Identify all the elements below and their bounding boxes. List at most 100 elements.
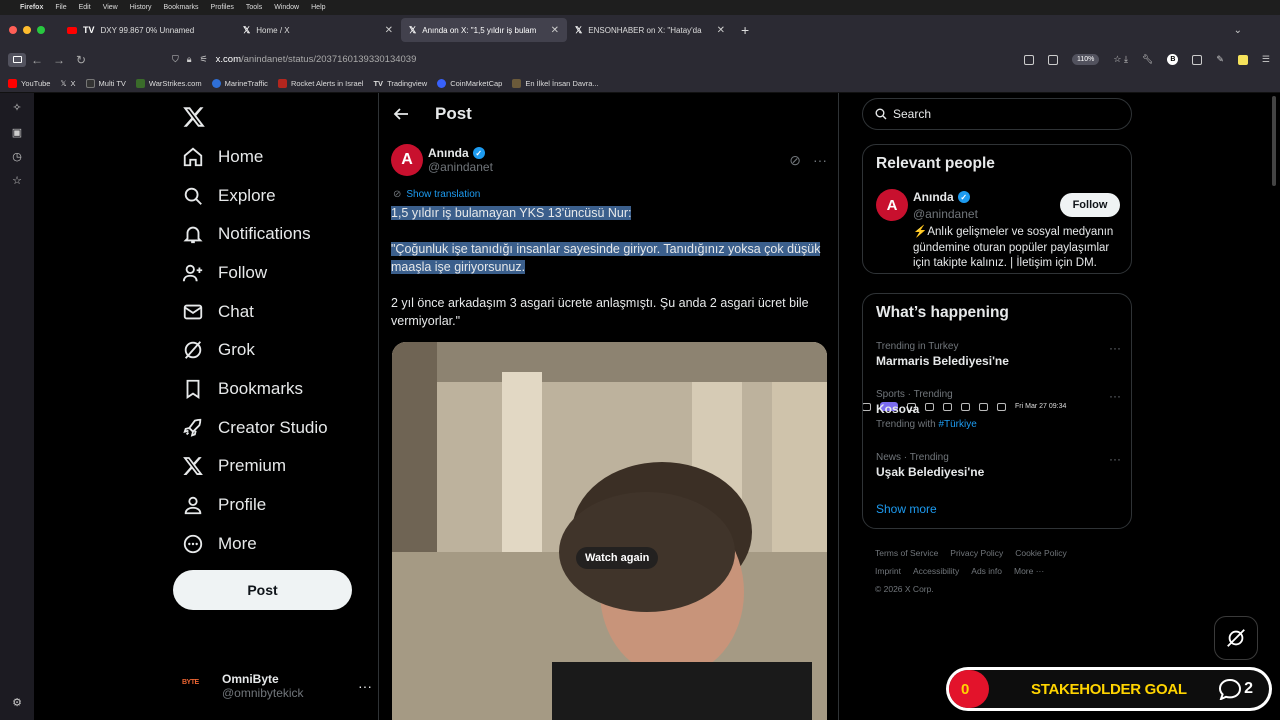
minimize-window-button[interactable] <box>23 26 31 34</box>
nav-chat[interactable]: Chat <box>182 297 254 327</box>
history-icon[interactable]: ◷ <box>11 151 23 163</box>
trend-item[interactable]: Sports · Trending Kosova Trending with #… <box>876 389 1121 430</box>
trend-item[interactable]: News · Trending Uşak Belediyesi'ne ··· <box>876 452 1121 479</box>
nav-notifications[interactable]: Notifications <box>182 219 311 249</box>
menu-window[interactable]: Window <box>274 4 299 11</box>
more-dots-icon[interactable]: ··· <box>1109 341 1121 355</box>
footer-link[interactable]: Accessibility <box>913 566 959 576</box>
more-dots-icon[interactable]: ··· <box>1109 389 1121 403</box>
nav-grok[interactable]: Grok <box>182 335 255 365</box>
person-handle[interactable]: @anindanet <box>913 207 978 221</box>
download-icon[interactable]: ⤓ <box>1124 54 1128 65</box>
browser-tab[interactable]: 𝕏 Home / X ✕ <box>235 18 401 42</box>
zoom-level-badge[interactable]: 110% <box>1072 54 1100 65</box>
extension-b-icon[interactable]: B <box>1167 54 1179 65</box>
back-arrow-icon[interactable] <box>393 106 409 122</box>
footer-link[interactable]: Cookie Policy <box>1015 548 1067 558</box>
author-name-row[interactable]: Anında ✓ <box>428 146 493 160</box>
bookmark-marinetraffic[interactable]: MarineTraffic <box>211 78 268 88</box>
bookmark-multitv[interactable]: Multi TV <box>85 78 126 88</box>
bookmark-folder[interactable]: En İlkel İnsan Davra... <box>512 78 599 88</box>
menu-bookmarks[interactable]: Bookmarks <box>164 4 199 11</box>
reader-view-icon[interactable] <box>1024 54 1034 65</box>
wrench-icon[interactable]: 🔧︎ <box>1142 54 1153 65</box>
close-tab-icon[interactable]: ✕ <box>385 25 393 36</box>
more-dots-icon[interactable]: ··· <box>1109 452 1121 466</box>
trend-item[interactable]: Trending in Turkey Marmaris Belediyesi'n… <box>876 341 1121 368</box>
ai-sparkle-icon[interactable]: ✧ <box>11 102 23 114</box>
close-tab-icon[interactable]: ✕ <box>717 25 725 36</box>
menu-tools[interactable]: Tools <box>246 4 262 11</box>
x-logo-icon[interactable] <box>182 105 206 129</box>
watch-again-button[interactable]: Watch again <box>576 547 659 569</box>
menu-profiles[interactable]: Profiles <box>211 4 234 11</box>
person-name-row[interactable]: Anında ✓ <box>913 190 970 204</box>
scrollbar[interactable] <box>1272 96 1276 186</box>
nav-more[interactable]: More <box>182 529 257 559</box>
avatar[interactable]: A <box>391 144 423 176</box>
nav-creator-studio[interactable]: Creator Studio <box>182 413 328 443</box>
shield-icon[interactable]: ⛉ <box>172 54 179 65</box>
nav-premium[interactable]: Premium <box>182 451 286 481</box>
footer-link[interactable]: More ··· <box>1014 566 1044 576</box>
browser-tab[interactable]: 𝕏 ENSONHABER on X: "Hatay'da ✕ <box>567 18 733 42</box>
account-switcher[interactable]: BYTE OmniByte @omnibytekick ··· <box>182 668 372 704</box>
url-bar[interactable]: ⛉ 🔒︎ ⚟ x.com/anindanet/status/2037160139… <box>172 54 1012 65</box>
close-window-button[interactable] <box>9 26 17 34</box>
menu-history[interactable]: History <box>130 4 152 11</box>
sidebar-toggle-button[interactable] <box>8 52 26 67</box>
show-translation-link[interactable]: ⊘ Show translation <box>393 189 480 200</box>
url-text[interactable]: x.com/anindanet/status/20371601393301340… <box>216 54 417 65</box>
bookmark-coinmarketcap[interactable]: CoinMarketCap <box>437 78 502 88</box>
menu-view[interactable]: View <box>103 4 118 11</box>
avatar[interactable]: A <box>876 189 908 221</box>
bookmarks-star-icon[interactable]: ☆ <box>11 175 23 187</box>
zoom-window-button[interactable] <box>37 26 45 34</box>
settings-gear-icon[interactable]: ⚙ <box>11 697 23 709</box>
menu-app-name[interactable]: Firefox <box>20 4 43 11</box>
lock-icon[interactable]: 🔒︎ <box>187 54 192 65</box>
grok-floating-button[interactable] <box>1214 616 1258 660</box>
browser-tab[interactable]: TV DXY 99.867 0% Unnamed <box>59 18 235 42</box>
nav-profile[interactable]: Profile <box>182 490 266 520</box>
show-more-link[interactable]: Show more <box>876 502 937 516</box>
star-icon[interactable]: ☆ <box>1113 54 1121 65</box>
synced-tabs-icon[interactable]: ▣ <box>11 127 23 139</box>
footer-link[interactable]: Ads info <box>971 566 1002 576</box>
back-icon[interactable]: ← <box>26 53 48 67</box>
more-dots-icon[interactable]: ··· <box>813 152 827 168</box>
nav-bookmarks[interactable]: Bookmarks <box>182 374 303 404</box>
hashtag-link[interactable]: #Türkiye <box>938 419 976 430</box>
footer-link[interactable]: Privacy Policy <box>950 548 1003 558</box>
menu-icon[interactable]: ☰ <box>1262 54 1270 65</box>
chevron-down-icon[interactable]: ⌄ <box>1234 25 1242 36</box>
footer-link[interactable]: Imprint <box>875 566 901 576</box>
forward-icon[interactable]: → <box>48 53 70 67</box>
browser-tab-active[interactable]: 𝕏 Anında on X: "1,5 yıldır iş bulam ✕ <box>401 18 567 42</box>
bookmark-youtube[interactable]: YouTube <box>8 78 50 88</box>
close-tab-icon[interactable]: ✕ <box>551 25 559 36</box>
extensions-icon[interactable] <box>1192 54 1203 65</box>
menu-help[interactable]: Help <box>311 4 325 11</box>
grok-icon[interactable]: ⊘ <box>789 152 801 169</box>
menu-file[interactable]: File <box>55 4 66 11</box>
new-tab-icon[interactable]: + <box>733 22 757 38</box>
bookmark-warstrikes[interactable]: WarStrikes.com <box>135 78 202 88</box>
post-video[interactable]: Watch again <box>392 342 827 720</box>
nav-explore[interactable]: Explore <box>182 181 276 211</box>
reload-icon[interactable]: ↻ <box>70 53 92 67</box>
note-extension-icon[interactable] <box>1237 54 1248 65</box>
more-dots-icon[interactable]: ··· <box>358 678 372 694</box>
footer-link[interactable]: Terms of Service <box>875 548 938 558</box>
bookmark-rocket-alerts[interactable]: Rocket Alerts in Israel <box>277 78 363 88</box>
author-handle[interactable]: @anindanet <box>428 160 493 174</box>
bookmark-x[interactable]: 𝕏X <box>60 79 75 88</box>
bookmark-tradingview[interactable]: TV Tradingview <box>373 79 427 88</box>
nav-home[interactable]: Home <box>182 142 263 172</box>
tune-icon[interactable]: ⚟ <box>200 54 208 65</box>
search-input[interactable]: Search <box>862 98 1132 130</box>
pen-icon[interactable]: ✎ <box>1216 54 1224 65</box>
pip-icon[interactable] <box>1048 54 1058 65</box>
post-button[interactable]: Post <box>173 570 352 610</box>
nav-follow[interactable]: Follow <box>182 258 267 288</box>
